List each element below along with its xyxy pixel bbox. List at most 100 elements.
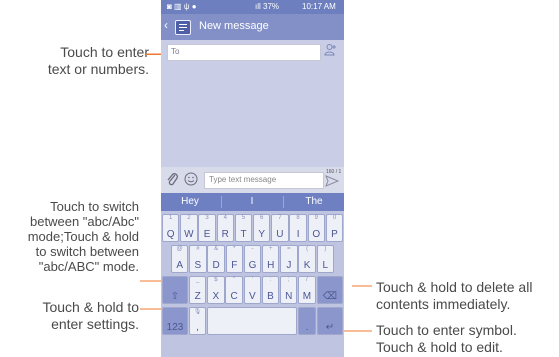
- add-contact-icon[interactable]: [324, 43, 337, 56]
- key-secondary-label: 4: [223, 215, 227, 221]
- settings-key[interactable]: 123: [162, 307, 188, 335]
- suggestion-bar: Hey I The: [161, 193, 344, 211]
- key-label: ⇧: [170, 291, 180, 302]
- emoji-icon[interactable]: [184, 172, 198, 186]
- key-label: V: [248, 291, 256, 302]
- key-s[interactable]: # S: [189, 245, 207, 273]
- key-o[interactable]: 9O: [307, 214, 325, 242]
- delete-key[interactable]: ⌫: [317, 276, 343, 304]
- key-label: ↵: [325, 322, 335, 333]
- callout-line: to switch between: [35, 244, 139, 259]
- send-icon[interactable]: [325, 175, 339, 187]
- back-icon[interactable]: ‹: [164, 18, 168, 32]
- key-y[interactable]: 6Y: [253, 214, 271, 242]
- key-secondary-label: (: [306, 246, 309, 252]
- key-g[interactable]: -G: [243, 245, 262, 273]
- suggestion-item[interactable]: I: [223, 196, 281, 207]
- keyboard: Hey I The 1 Q 2 W 3 E 4 R 5 T 6 Y 7 U 8 I 9 O 0 P @ A # S & D * F - G…: [161, 193, 344, 357]
- callout-line: Touch & hold to delete all: [376, 279, 533, 295]
- key-secondary-label: -: [251, 246, 254, 252]
- attach-icon[interactable]: [166, 172, 179, 186]
- to-field[interactable]: To: [167, 44, 321, 61]
- to-placeholder: To: [171, 47, 180, 56]
- key-secondary-label: /: [306, 277, 308, 283]
- key-secondary-label: ': [251, 277, 253, 283]
- key-secondary-label: 8: [296, 215, 300, 221]
- status-bar: ◙ ▥ ψ ● ıll 37% 10:17 AM: [161, 0, 344, 14]
- key-e[interactable]: 3E: [198, 214, 216, 242]
- key-label: W: [184, 229, 194, 240]
- key-label: N: [285, 291, 293, 302]
- key-label: M: [302, 291, 312, 302]
- message-input[interactable]: Type text message: [204, 172, 324, 189]
- key-b[interactable]: :B: [261, 276, 280, 304]
- key-label: L: [322, 260, 329, 271]
- key-label: U: [276, 229, 284, 240]
- key-secondary-label: 2: [187, 215, 191, 221]
- callout-settings: Touch & hold to enter settings.: [42, 299, 139, 333]
- suggestion-item[interactable]: Hey: [161, 196, 219, 207]
- callout-line: Touch & hold to edit.: [376, 339, 503, 355]
- key-j[interactable]: = J: [280, 245, 298, 273]
- key-w[interactable]: 2W: [180, 214, 198, 242]
- key-v[interactable]: ' V: [243, 276, 261, 304]
- page-title: New message: [199, 20, 269, 32]
- key-q[interactable]: 1Q: [162, 214, 180, 242]
- shift-key[interactable]: ⇧: [162, 276, 188, 304]
- key-label: H: [267, 260, 275, 271]
- key-label: B: [267, 291, 274, 302]
- key-label: G: [248, 260, 257, 271]
- key-label: E: [203, 229, 211, 240]
- callout-line: contents immediately.: [376, 296, 511, 312]
- callout-line: "abc/ABC" mode.: [38, 259, 139, 274]
- key-secondary-label: *: [233, 246, 236, 252]
- key-label: R: [221, 229, 229, 240]
- suggestion-item[interactable]: The: [285, 196, 343, 207]
- key-label: F: [231, 260, 238, 271]
- key-secondary-label: =: [287, 246, 291, 252]
- key-secondary-label: #: [196, 246, 200, 252]
- key-secondary-label: @: [176, 246, 183, 252]
- callout-line: between "abc/Abc": [30, 214, 139, 229]
- key-label: .: [305, 322, 309, 333]
- key-label: 123: [166, 322, 184, 333]
- key-h[interactable]: + H: [262, 245, 280, 273]
- callout-line: Touch to enter symbol.: [376, 322, 517, 338]
- key-d[interactable]: & D: [207, 245, 225, 273]
- suggestion-divider: [283, 196, 284, 208]
- comma-mic-key[interactable]: 🎙,: [189, 307, 206, 335]
- callout-line: Touch & hold to: [42, 299, 139, 315]
- key-t[interactable]: 5T: [234, 214, 253, 242]
- title-bar: ‹ New message: [161, 14, 344, 40]
- key-i[interactable]: 8I: [289, 214, 307, 242]
- enter-key[interactable]: ↵: [317, 307, 343, 335]
- message-placeholder: Type text message: [209, 175, 277, 184]
- callout-line: mode;Touch & hold: [27, 229, 139, 244]
- key-x[interactable]: $ X: [207, 276, 225, 304]
- key-label: X: [212, 291, 220, 302]
- period-symbol-key[interactable]: ♂.: [298, 307, 316, 335]
- key-p[interactable]: 0P: [325, 214, 344, 242]
- key-f[interactable]: * F: [225, 245, 243, 273]
- key-k[interactable]: (K: [298, 245, 316, 273]
- key-secondary-label: 1: [169, 215, 173, 221]
- space-key[interactable]: [207, 307, 297, 335]
- signal-battery: ıll 37%: [255, 2, 280, 11]
- key-label: A: [176, 260, 184, 271]
- callout-line: Touch to enter: [60, 44, 149, 60]
- key-m[interactable]: / M: [298, 276, 316, 304]
- key-secondary-label: ;: [287, 277, 290, 283]
- key-secondary-label: ": [233, 277, 236, 283]
- key-c[interactable]: " C: [225, 276, 243, 304]
- key-secondary-label: 9: [314, 215, 318, 221]
- key-label: P: [331, 229, 338, 240]
- key-u[interactable]: 7U: [271, 214, 289, 242]
- key-r[interactable]: 4R: [216, 214, 234, 242]
- key-n[interactable]: ; N: [280, 276, 298, 304]
- key-secondary-label: _: [196, 277, 200, 283]
- key-l[interactable]: ) L: [316, 245, 334, 273]
- callout-line: text or numbers.: [47, 61, 149, 77]
- key-z[interactable]: _ Z: [189, 276, 207, 304]
- callout-switch-case: Touch to switch between "abc/Abc" mode;T…: [28, 199, 139, 274]
- key-a[interactable]: @ A: [171, 245, 189, 273]
